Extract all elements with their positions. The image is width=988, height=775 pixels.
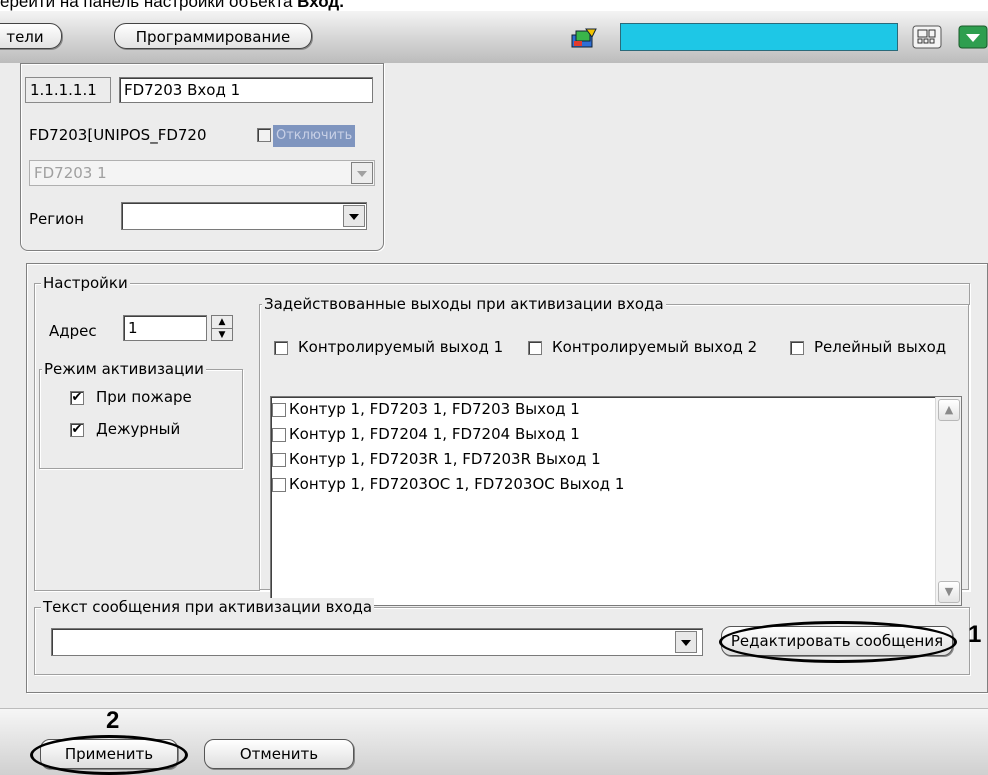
- list-item[interactable]: Контур 1, FD7203OC 1, FD7203OC Выход 1: [271, 472, 961, 497]
- search-field[interactable]: [620, 23, 898, 51]
- on-fire-checkbox[interactable]: ✔: [70, 391, 84, 405]
- scroll-up-icon[interactable]: ▲: [938, 399, 960, 421]
- on-fire-label: При пожаре: [96, 388, 192, 406]
- activation-mode-group: Режим активизации ✔ При пожаре ✔ Дежурны…: [39, 360, 243, 469]
- list-item-label: Контур 1, FD7204 1, FD7204 Выход 1: [289, 425, 580, 443]
- top-toolbar: тели Программирование: [0, 11, 988, 64]
- list-item-checkbox[interactable]: [272, 402, 286, 417]
- object-id: 1.1.1.1.1: [25, 77, 111, 103]
- list-item-label: Контур 1, FD7203R 1, FD7203R Выход 1: [289, 450, 601, 468]
- step-marker-2: 2: [106, 707, 120, 734]
- caption-text: ерейти на панель настройки объекта: [0, 0, 298, 11]
- scroll-down-icon[interactable]: ▼: [938, 581, 960, 603]
- region-dropdown-icon[interactable]: [343, 205, 365, 227]
- controlled-output-1-label: Контролируемый выход 1: [298, 338, 504, 356]
- duty-label: Дежурный: [96, 420, 181, 438]
- list-item-checkbox[interactable]: [272, 477, 286, 492]
- user-shapes-icon[interactable]: [570, 27, 598, 49]
- region-label: Регион: [29, 210, 84, 228]
- spinner-down-icon[interactable]: ▼: [212, 329, 232, 341]
- list-scrollbar[interactable]: ▲ ▼: [935, 397, 961, 605]
- object-name-input[interactable]: FD7203 Вход 1: [119, 77, 373, 103]
- outputs-group: Задействованные выходы при активизации в…: [259, 295, 969, 606]
- list-item-checkbox[interactable]: [272, 452, 286, 467]
- device-select: FD7203 1: [29, 160, 375, 186]
- controlled-output-2-checkbox[interactable]: [528, 341, 542, 355]
- message-group: Текст сообщения при активизации входа Ре…: [34, 598, 970, 675]
- controlled-output-2-label: Контролируемый выход 2: [552, 338, 758, 356]
- list-item-label: Контур 1, FD7203 1, FD7203 Выход 1: [289, 400, 580, 418]
- tab-users[interactable]: тели: [0, 23, 62, 49]
- disable-label: Отключить: [273, 125, 356, 147]
- settings-group: Настройки Адрес 1 ▲ ▼ Режим активизации …: [34, 274, 970, 606]
- outputs-group-label: Задействованные выходы при активизации в…: [262, 295, 666, 313]
- activation-mode-label: Режим активизации: [42, 360, 206, 378]
- parent-device-label: FD7203[UNIPOS_FD720: [29, 126, 207, 144]
- message-dropdown-icon[interactable]: [675, 631, 697, 653]
- list-item[interactable]: Контур 1, FD7204 1, FD7204 Выход 1: [271, 422, 961, 447]
- message-group-label: Текст сообщения при активизации входа: [41, 598, 375, 616]
- outputs-list[interactable]: Контур 1, FD7203 1, FD7203 Выход 1 Конту…: [270, 396, 962, 606]
- address-label: Адрес: [49, 322, 97, 340]
- controlled-output-1-checkbox[interactable]: [274, 341, 288, 355]
- list-item[interactable]: Контур 1, FD7203R 1, FD7203R Выход 1: [271, 447, 961, 472]
- caption-bold-text: Вход.: [297, 0, 344, 11]
- highlight-ring-1: [719, 621, 957, 663]
- list-item-label: Контур 1, FD7203OC 1, FD7203OC Выход 1: [289, 475, 625, 493]
- cancel-button[interactable]: Отменить: [204, 739, 354, 769]
- region-select[interactable]: [121, 202, 367, 230]
- step-marker-1: 1: [968, 621, 982, 648]
- spinner-up-icon[interactable]: ▲: [212, 316, 232, 329]
- disable-checkbox[interactable]: [257, 128, 271, 142]
- relay-output-label: Релейный выход: [814, 338, 947, 356]
- settings-group-label: Настройки: [41, 274, 130, 292]
- layout-grid-icon[interactable]: [912, 25, 942, 49]
- message-select[interactable]: [51, 628, 703, 656]
- device-select-dropdown-icon: [351, 162, 373, 184]
- address-spinner[interactable]: ▲ ▼: [211, 315, 233, 341]
- list-item-checkbox[interactable]: [272, 427, 286, 442]
- highlight-ring-2: [30, 735, 188, 775]
- bottom-toolbar: 2 Применить Отменить: [0, 707, 988, 775]
- tab-programming[interactable]: Программирование: [114, 23, 312, 49]
- object-header: 1.1.1.1.1 FD7203 Вход 1 FD7203[UNIPOS_FD…: [20, 63, 384, 251]
- address-input[interactable]: 1: [123, 315, 207, 341]
- relay-output-checkbox[interactable]: [790, 341, 804, 355]
- duty-checkbox[interactable]: ✔: [70, 423, 84, 437]
- settings-panel: 1.1.1.1.1 FD7203 Вход 1 FD7203[UNIPOS_FD…: [0, 63, 988, 708]
- list-item[interactable]: Контур 1, FD7203 1, FD7203 Выход 1: [271, 397, 961, 422]
- green-dropdown-icon[interactable]: [958, 25, 988, 49]
